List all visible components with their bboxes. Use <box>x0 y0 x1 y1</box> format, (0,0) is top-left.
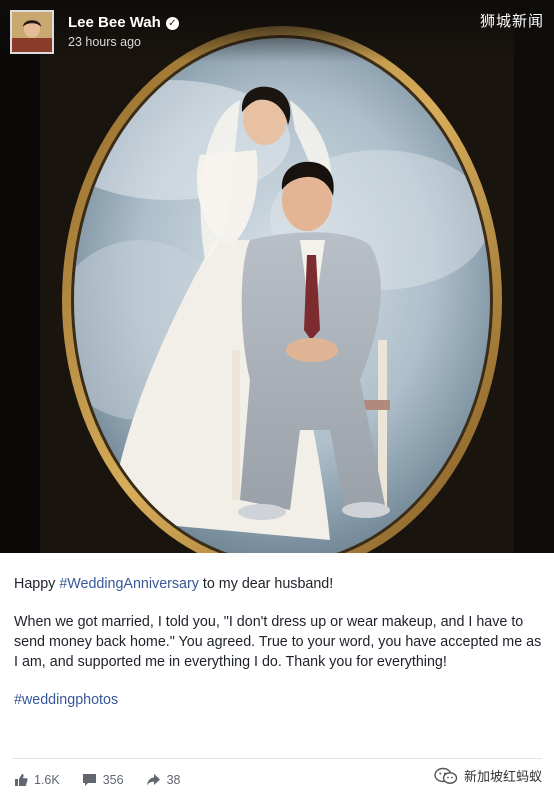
watermark-bottom: 新加坡红蚂蚁 <box>434 766 542 785</box>
hashtag-wedding-photos[interactable]: #weddingphotos <box>14 692 118 708</box>
post-paragraph-2: When we got married, I told you, "I don'… <box>14 614 542 670</box>
share-arrow-icon <box>146 774 160 786</box>
comment-count: 356 <box>102 773 124 787</box>
watermark-top: 狮城新闻 <box>479 12 544 30</box>
comment-count-button[interactable]: 356 <box>82 773 124 787</box>
avatar-image <box>12 12 52 52</box>
comment-bubble-icon <box>82 774 96 786</box>
post-photo[interactable]: Lee Bee Wah ✓ 23 hours ago 狮城新闻 <box>0 0 554 553</box>
wedding-portrait-image <box>0 0 554 553</box>
post-stats: 1.6K 356 38 <box>14 770 202 790</box>
hashtag-line: #weddingphotos <box>14 690 542 710</box>
like-count-button[interactable]: 1.6K <box>14 773 60 787</box>
footer-divider <box>12 758 542 759</box>
post-timestamp[interactable]: 23 hours ago <box>68 35 141 49</box>
hashtag-wedding-anniversary[interactable]: #WeddingAnniversary <box>59 576 199 592</box>
author-name-row: Lee Bee Wah ✓ <box>68 14 179 31</box>
wechat-logo-icon <box>434 767 458 784</box>
text-segment: Happy <box>14 576 60 592</box>
thumbs-up-icon <box>15 774 28 786</box>
verified-badge-icon: ✓ <box>165 17 179 30</box>
post-line-1: Happy #WeddingAnniversary to my dear hus… <box>14 574 542 594</box>
text-segment: to my dear husband! <box>198 576 334 592</box>
avatar[interactable] <box>10 10 54 54</box>
share-count: 38 <box>166 773 181 787</box>
like-count: 1.6K <box>34 773 60 787</box>
share-count-button[interactable]: 38 <box>146 773 181 787</box>
post-header <box>0 0 554 62</box>
author-name[interactable]: Lee Bee Wah <box>68 14 161 31</box>
watermark-bottom-text: 新加坡红蚂蚁 <box>463 770 542 785</box>
post-text: Happy #WeddingAnniversary to my dear hus… <box>14 574 542 728</box>
